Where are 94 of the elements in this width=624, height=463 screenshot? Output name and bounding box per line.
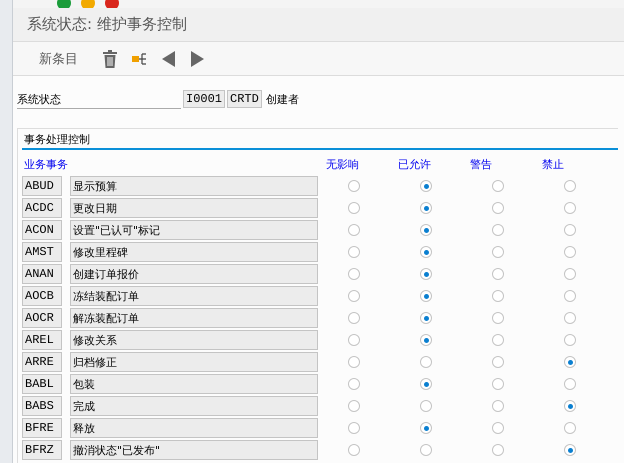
transaction-text: 完成 [70,396,318,416]
transaction-text: 包装 [70,374,318,394]
column-header: 无影响 [325,156,360,172]
radio-button[interactable] [348,246,360,258]
next-icon[interactable] [190,50,204,66]
transaction-code: BFRZ [22,440,62,460]
new-entry-button[interactable]: 新条目 [39,50,88,68]
column-header: 已允许 [397,156,432,172]
column-header: 业务事务 [23,156,69,172]
radio-button[interactable] [492,224,504,236]
radio-button[interactable] [420,422,432,434]
transaction-text: 冻结装配订单 [70,286,318,306]
radio-button[interactable] [348,312,360,324]
transaction-code: AMST [22,242,62,262]
transaction-text: 释放 [70,418,318,438]
radio-button[interactable] [564,180,576,192]
radio-button[interactable] [348,356,360,368]
radio-button[interactable] [564,378,576,390]
transaction-code: BFRE [22,418,62,438]
radio-button[interactable] [492,444,504,456]
transaction-text: 解冻装配订单 [70,308,318,328]
radio-button[interactable] [420,224,432,236]
radio-button[interactable] [492,246,504,258]
radio-button[interactable] [348,422,360,434]
radio-button[interactable] [420,378,432,390]
radio-button[interactable] [348,444,360,456]
radio-button[interactable] [492,268,504,280]
radio-button[interactable] [492,180,504,192]
window-title: 系统状态: 维护事务控制 [27,15,187,34]
radio-button[interactable] [348,290,360,302]
radio-button[interactable] [348,334,360,346]
radio-button[interactable] [492,422,504,434]
radio-button[interactable] [420,312,432,324]
radio-button[interactable] [564,246,576,258]
transaction-code: BABS [22,396,62,416]
radio-button[interactable] [348,400,360,412]
column-header: 警告 [469,156,493,172]
radio-button[interactable] [492,400,504,412]
transaction-code: BABL [22,374,62,394]
radio-button[interactable] [492,334,504,346]
status-field: I0001 [183,90,226,108]
radio-button[interactable] [564,444,576,456]
radio-button[interactable] [420,400,432,412]
transaction-code: AOCB [22,286,62,306]
radio-button[interactable] [492,356,504,368]
radio-button[interactable] [348,268,360,280]
radio-button[interactable] [420,290,432,302]
radio-button[interactable] [492,312,504,324]
radio-button[interactable] [420,356,432,368]
transaction-text: 撤消状态"已发布" [70,440,318,460]
radio-button[interactable] [564,356,576,368]
group-title: 事务处理控制 [22,129,618,150]
transaction-text: 修改里程碑 [70,242,318,262]
radio-button[interactable] [492,202,504,214]
transaction-code: ARRE [22,352,62,372]
radio-button[interactable] [348,224,360,236]
radio-button[interactable] [420,202,432,214]
transaction-text: 更改日期 [70,198,318,218]
radio-button[interactable] [564,290,576,302]
previous-icon[interactable] [162,50,176,66]
status-field: CRTD [227,90,262,108]
transaction-code: ACDC [22,198,62,218]
transaction-code: AOCR [22,308,62,328]
radio-button[interactable] [420,268,432,280]
radio-button[interactable] [420,246,432,258]
radio-button[interactable] [564,400,576,412]
status-text: 创建者 [266,92,299,106]
transaction-code: AREL [22,330,62,350]
radio-button[interactable] [420,444,432,456]
transaction-text: 设置"已认可"标记 [70,220,318,240]
field-label: 系统状态 [17,89,181,109]
transaction-code: ACON [22,220,62,240]
transaction-text: 显示预算 [70,176,318,196]
radio-button[interactable] [492,290,504,302]
radio-button[interactable] [564,268,576,280]
radio-button[interactable] [564,312,576,324]
radio-button[interactable] [564,422,576,434]
transaction-text: 创建订单报价 [70,264,318,284]
transaction-text: 修改关系 [70,330,318,350]
radio-button[interactable] [348,378,360,390]
trash-icon[interactable] [102,50,118,68]
radio-button[interactable] [348,180,360,192]
radio-button[interactable] [492,378,504,390]
transaction-code: ABUD [22,176,62,196]
column-header: 禁止 [541,156,565,172]
transaction-code: ANAN [22,264,62,284]
radio-button[interactable] [564,202,576,214]
radio-button[interactable] [348,202,360,214]
radio-button[interactable] [420,180,432,192]
hierarchy-icon[interactable] [132,50,148,66]
radio-button[interactable] [420,334,432,346]
radio-button[interactable] [564,334,576,346]
transaction-text: 归档修正 [70,352,318,372]
radio-button[interactable] [564,224,576,236]
